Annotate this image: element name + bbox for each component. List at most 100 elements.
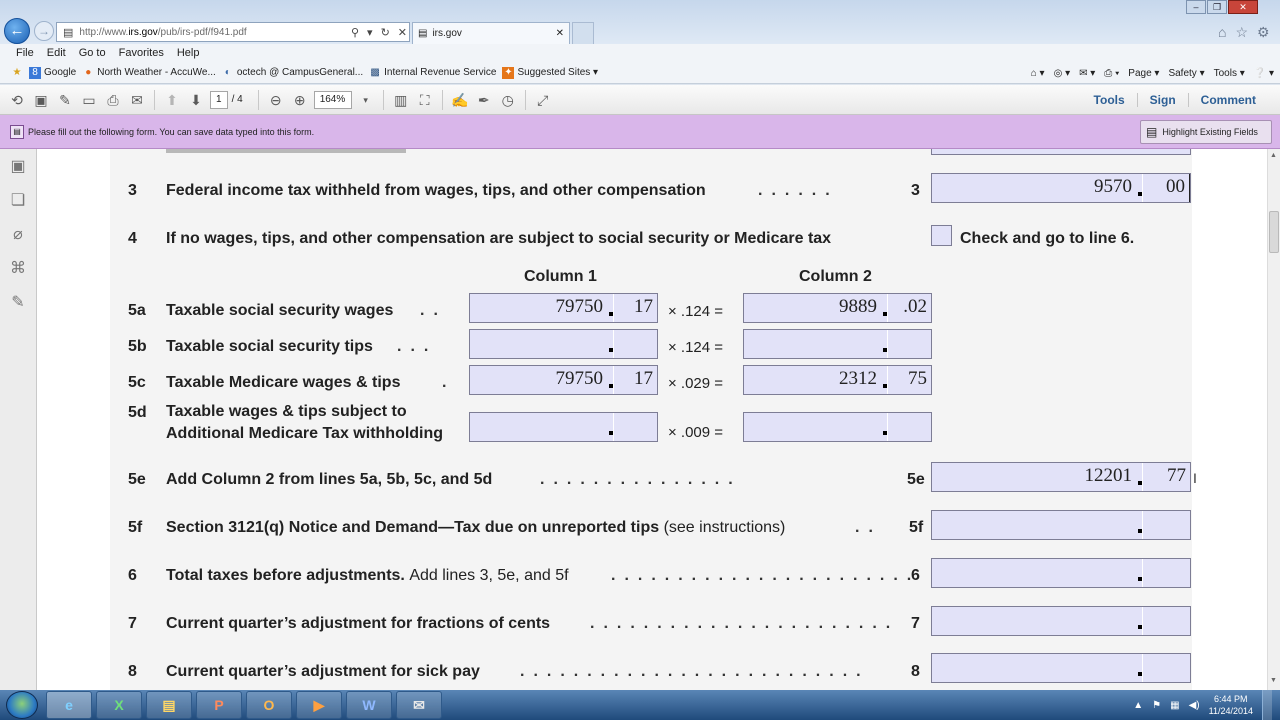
tools-menu[interactable]: Tools ▾ — [1214, 68, 1245, 79]
bookmarks-icon[interactable]: ❏ — [6, 189, 30, 213]
zoom-in-icon[interactable]: ⊕ — [290, 90, 310, 110]
edit-icon[interactable]: ✎ — [55, 90, 75, 110]
line5a-column1-field[interactable]: 79750 17 — [469, 293, 658, 323]
taskbar-powerpoint-icon[interactable]: P — [196, 691, 242, 719]
line5f-amount-field[interactable] — [931, 510, 1191, 540]
fit-width-icon[interactable]: ⛶ — [415, 90, 435, 110]
taskbar-explorer-icon[interactable]: ▤ — [146, 691, 192, 719]
line2-field-partial[interactable] — [931, 149, 1191, 155]
mail-icon[interactable]: ✉ ▾ — [1079, 68, 1095, 79]
close-window-button[interactable]: ✕ — [1228, 0, 1258, 14]
scroll-thumb[interactable] — [1269, 211, 1279, 253]
email-icon[interactable]: ✉ — [127, 90, 147, 110]
minimize-button[interactable]: – — [1186, 0, 1206, 14]
comment-pane-button[interactable]: Comment — [1187, 93, 1268, 107]
line5b-column2-field[interactable] — [743, 329, 932, 359]
taskbar-excel-icon[interactable]: X — [96, 691, 142, 719]
previous-page-icon[interactable]: ⬆ — [162, 90, 182, 110]
taskbar-ie-icon[interactable]: e — [46, 691, 92, 719]
safety-menu[interactable]: Safety ▾ — [1168, 68, 1204, 79]
taskbar-outlook-icon[interactable]: O — [246, 691, 292, 719]
line5b-column1-field[interactable] — [469, 329, 658, 359]
search-icon[interactable]: ⚲ — [349, 26, 361, 39]
browser-tab[interactable]: ▤ irs.gov ✕ — [412, 22, 570, 44]
new-tab-button[interactable] — [572, 22, 594, 44]
line3-amount-field[interactable]: 9570 00 — [931, 173, 1191, 203]
network-icon[interactable]: ▦ — [1170, 700, 1179, 711]
line4-checkbox[interactable] — [931, 225, 952, 246]
tab-close-icon[interactable]: ✕ — [556, 28, 564, 39]
volume-icon[interactable]: ◀) — [1189, 700, 1200, 711]
help-menu[interactable]: ❔ ▾ — [1254, 68, 1274, 79]
line5d-column1-field[interactable] — [469, 412, 658, 442]
print-icon[interactable]: ⎙ ▾ — [1104, 68, 1119, 79]
scroll-up-icon[interactable]: ▲ — [1270, 152, 1277, 159]
favorite-google[interactable]: 8 Google — [29, 66, 76, 79]
line5a-column2-field[interactable]: 9889 .02 — [743, 293, 932, 323]
line6-amount-field[interactable] — [931, 558, 1191, 588]
show-hidden-icons-icon[interactable]: ▲ — [1133, 700, 1143, 711]
save-icon[interactable]: ▭ — [79, 90, 99, 110]
line5c-column1-field[interactable]: 79750 17 — [469, 365, 658, 395]
vertical-scrollbar[interactable]: ▲ ▼ — [1267, 149, 1280, 690]
zoom-out-icon[interactable]: ⊖ — [266, 90, 286, 110]
line8-amount-field[interactable] — [931, 653, 1191, 683]
create-pdf-icon[interactable]: ⟲ — [7, 90, 27, 110]
next-page-icon[interactable]: ⬇ — [186, 90, 206, 110]
zoom-dropdown-icon[interactable]: ▾ — [356, 90, 376, 110]
menu-goto[interactable]: Go to — [79, 47, 106, 59]
fit-page-icon[interactable]: ▥ — [391, 90, 411, 110]
line7-amount-field[interactable] — [931, 606, 1191, 636]
menu-favorites[interactable]: Favorites — [119, 47, 164, 59]
scroll-down-icon[interactable]: ▼ — [1270, 677, 1277, 684]
favorites-star-icon[interactable]: ★ — [11, 67, 23, 79]
favorite-octech[interactable]: ◐ octech @ CampusGeneral... — [222, 67, 363, 79]
refresh-icon[interactable]: ↻ — [379, 26, 392, 39]
gear-icon[interactable]: ⚙ — [1257, 24, 1270, 41]
home-cmd-icon[interactable]: ⌂ ▾ — [1031, 68, 1045, 79]
comment-tool-icon[interactable]: ✍ — [450, 90, 470, 110]
stamp-tool-icon[interactable]: ◷ — [498, 90, 518, 110]
back-button[interactable]: ← — [4, 18, 30, 44]
clock[interactable]: 6:44 PM 11/24/2014 — [1209, 693, 1253, 717]
line5e-amount-field[interactable]: 12201 77 — [931, 462, 1191, 492]
menu-edit[interactable]: Edit — [47, 47, 66, 59]
taskbar-media-player-icon[interactable]: ▶ — [296, 691, 342, 719]
dropdown-icon[interactable]: ▾ — [365, 26, 375, 39]
sign-tool-icon[interactable]: ✒ — [474, 90, 494, 110]
page-thumbnails-icon[interactable]: ▣ — [6, 155, 30, 179]
favorite-accuweather[interactable]: ● North Weather - AccuWe... — [82, 67, 216, 79]
start-button[interactable] — [6, 691, 38, 719]
taskbar-word-icon[interactable]: W — [346, 691, 392, 719]
line5c-column2-field[interactable]: 2312 75 — [743, 365, 932, 395]
page-menu[interactable]: Page ▾ — [1128, 68, 1159, 79]
stop-icon[interactable]: ✕ — [396, 26, 409, 39]
line5d-column2-field[interactable] — [743, 412, 932, 442]
sign-pane-button[interactable]: Sign — [1136, 93, 1188, 107]
convert-pdf-icon[interactable]: ▣ — [31, 90, 51, 110]
forward-button[interactable]: → — [34, 21, 54, 41]
print-icon[interactable]: ⎙ — [103, 90, 123, 110]
favorites-star-icon[interactable]: ☆ — [1235, 24, 1248, 41]
suggested-sites[interactable]: ✦ Suggested Sites ▾ — [502, 66, 598, 79]
flag-icon[interactable]: ⚑ — [1152, 700, 1161, 711]
binoculars-icon[interactable]: ⌘ — [6, 257, 30, 281]
taskbar-app-icon[interactable]: ✉ — [396, 691, 442, 719]
restore-button[interactable]: ❐ — [1207, 0, 1227, 14]
tools-pane-button[interactable]: Tools — [1082, 93, 1137, 107]
signatures-icon[interactable]: ✎ — [6, 291, 30, 315]
cents-value[interactable]: 00 — [1142, 174, 1190, 202]
url-text[interactable]: http://www.irs.gov/pub/irs-pdf/f941.pdf — [79, 27, 345, 38]
home-icon[interactable]: ⌂ — [1218, 24, 1226, 41]
address-bar[interactable]: ▤ http://www.irs.gov/pub/irs-pdf/f941.pd… — [56, 22, 410, 42]
feeds-icon[interactable]: ◎ ▾ — [1054, 68, 1071, 79]
expand-icon[interactable]: ⤢ — [533, 90, 553, 110]
page-number-input[interactable]: 1 — [210, 90, 228, 109]
show-desktop-button[interactable] — [1262, 690, 1272, 720]
highlight-fields-button[interactable]: ▤ Highlight Existing Fields — [1140, 120, 1272, 144]
zoom-level-select[interactable]: 164% — [313, 90, 352, 109]
menu-help[interactable]: Help — [177, 47, 200, 59]
favorite-irs[interactable]: ▩ Internal Revenue Service — [369, 67, 496, 79]
attachments-icon[interactable]: ⌀ — [6, 223, 30, 247]
menu-file[interactable]: File — [16, 47, 34, 59]
